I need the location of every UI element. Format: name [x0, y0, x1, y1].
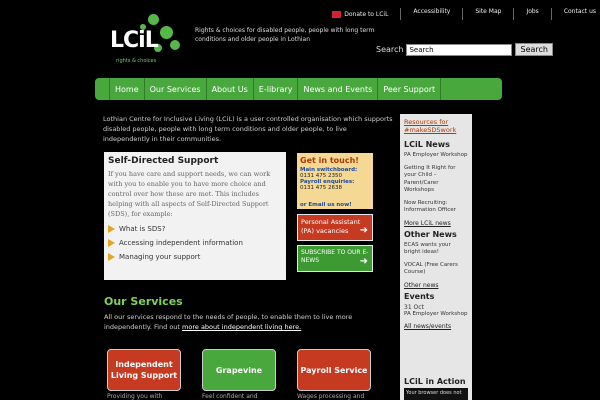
- tile-caption: Feel confident and: [202, 393, 258, 400]
- tile-caption: Wages processing and: [297, 393, 365, 400]
- pa-vacancies-button[interactable]: Personal Assistant (PA) vacancies ➜: [297, 214, 373, 241]
- sds-list: What is SDS? Accessing independent infor…: [108, 225, 282, 261]
- pa-vacancies-label: Personal Assistant (PA) vacancies: [301, 218, 361, 235]
- logo-dot: [160, 26, 173, 39]
- payroll-number: 0131 475 2638: [300, 185, 342, 191]
- news-item[interactable]: Now Recruiting: Information Officer: [404, 200, 468, 215]
- accessibility-link[interactable]: Accessibility: [413, 8, 450, 20]
- strapline: Rights & choices for disabled people, pe…: [195, 27, 375, 43]
- video-player[interactable]: Your browser does not: [404, 388, 468, 400]
- contact-box: Get in touch! Main switchboard: 0131 475…: [297, 153, 373, 209]
- tile-label: Grapevine: [215, 365, 263, 375]
- resources-link[interactable]: Resources for #makeSDSwork: [404, 118, 468, 134]
- other-news-title: Other News: [404, 229, 457, 239]
- arrow-right-icon: ➜: [359, 256, 368, 267]
- sds-body: If you have care and support needs, we c…: [108, 170, 271, 218]
- arrow-icon: [108, 225, 115, 233]
- sds-item-label: Accessing independent information: [119, 239, 243, 247]
- arrow-right-icon: ➜: [359, 225, 368, 236]
- nav-our-services[interactable]: Our Services: [145, 78, 207, 100]
- nav-home[interactable]: Home: [109, 78, 145, 100]
- event-date: 31 Oct: [404, 303, 424, 311]
- divider: [513, 8, 515, 20]
- donate-link[interactable]: Donate to LCiL: [332, 8, 388, 20]
- all-events-link[interactable]: All news/events: [404, 323, 468, 330]
- search-input[interactable]: [406, 43, 513, 56]
- right-sidebar: Resources for #makeSDSwork LCiL News PA …: [400, 114, 472, 376]
- nav-peer-support[interactable]: Peer Support: [378, 78, 442, 100]
- news-item[interactable]: Getting It Right for your Child – Parent…: [404, 165, 468, 195]
- sds-title: Self-Directed Support: [108, 156, 219, 166]
- divider: [400, 8, 402, 20]
- utility-bar: Donate to LCiL Accessibility Site Map Jo…: [280, 8, 596, 20]
- news-item[interactable]: VOCAL (Free Carers Course): [404, 262, 468, 277]
- tile-label: Payroll Service: [300, 365, 368, 375]
- services-title: Our Services: [104, 295, 183, 308]
- logo-dot: [170, 40, 180, 50]
- tile-caption: Providing you with: [107, 393, 163, 400]
- arrow-icon: [108, 239, 115, 247]
- logo-dot: [148, 14, 159, 25]
- sds-item-label: What is SDS?: [119, 225, 166, 233]
- tile-payroll[interactable]: Payroll Service: [297, 349, 371, 391]
- tile-label: Independent Living Support: [110, 360, 178, 380]
- other-news-link[interactable]: Other news: [404, 282, 468, 289]
- main-nav: Home Our Services About Us E-library New…: [95, 78, 502, 100]
- subscribe-enews-button[interactable]: SUBSCRIBE TO OUR E-NEWS ➜: [297, 245, 373, 272]
- news-item[interactable]: ECAS wants your bright ideas!: [404, 242, 468, 257]
- sds-item-what-is-sds[interactable]: What is SDS?: [108, 225, 282, 233]
- subscribe-label: SUBSCRIBE TO OUR E-NEWS: [301, 249, 369, 264]
- nav-news-and-events[interactable]: News and Events: [298, 78, 379, 100]
- donate-icon: [332, 10, 342, 18]
- more-lcil-news-link[interactable]: More LCiL news: [404, 220, 468, 227]
- services-text: All our services respond to the needs of…: [104, 312, 366, 332]
- events-title: Events: [404, 291, 435, 301]
- search-button[interactable]: Search: [515, 43, 553, 56]
- donate-label: Donate to LCiL: [344, 10, 389, 18]
- tile-grapevine[interactable]: Grapevine: [202, 349, 276, 391]
- site-logo[interactable]: LCiL rights & choices: [110, 14, 182, 64]
- divider: [462, 8, 464, 20]
- independent-living-link[interactable]: more about independent living here.: [182, 323, 301, 331]
- sds-panel: Self-Directed Support If you have care a…: [104, 152, 286, 280]
- search-label: Search: [376, 45, 404, 54]
- news-item[interactable]: PA Employer Workshop: [404, 152, 468, 160]
- sds-item-accessing-info[interactable]: Accessing independent information: [108, 239, 282, 247]
- contact-title: Get in touch!: [300, 156, 359, 165]
- tile-independent-living[interactable]: Independent Living Support: [107, 349, 181, 391]
- logo-tagline: rights & choices: [116, 58, 157, 64]
- nav-about-us[interactable]: About Us: [207, 78, 254, 100]
- contact-us-link[interactable]: Contact us: [564, 8, 596, 20]
- jobs-link[interactable]: Jobs: [526, 8, 538, 20]
- logo-wordmark: LCiL: [110, 28, 159, 53]
- intro-text: Lothian Centre for Inclusive Living (LCi…: [103, 115, 393, 143]
- divider: [550, 8, 552, 20]
- sds-item-managing-support[interactable]: Managing your support: [108, 253, 282, 261]
- nav-e-library[interactable]: E-library: [254, 78, 299, 100]
- action-title: LCiL in Action: [404, 377, 466, 386]
- site-map-link[interactable]: Site Map: [475, 8, 501, 20]
- event-item[interactable]: PA Employer Workshop: [404, 311, 468, 319]
- arrow-icon: [108, 253, 115, 261]
- search-bar: Search Search: [376, 43, 553, 56]
- sds-item-label: Managing your support: [119, 253, 201, 261]
- lcil-news-title: LCiL News: [404, 140, 450, 149]
- email-link[interactable]: or Email us now!: [300, 202, 352, 208]
